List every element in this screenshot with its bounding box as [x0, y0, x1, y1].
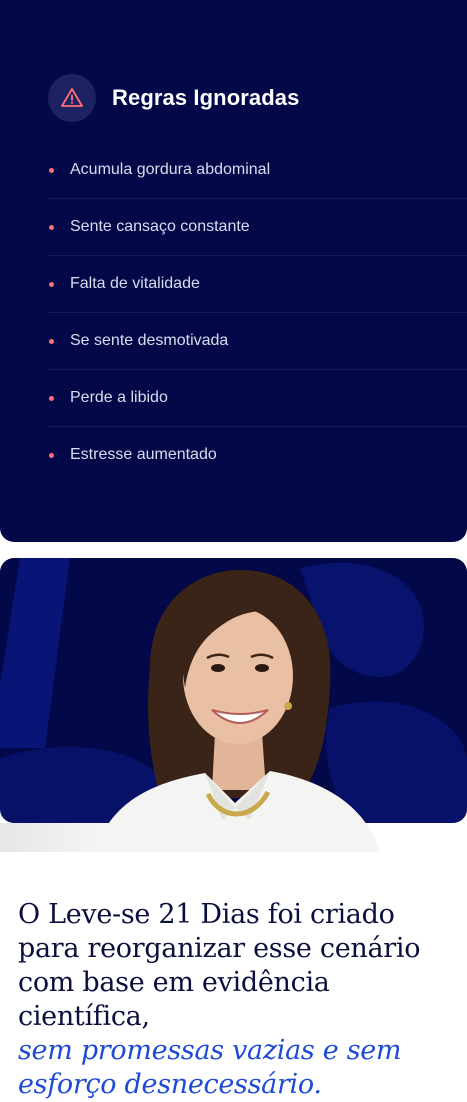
card-title: Regras Ignoradas [112, 85, 300, 110]
list-item: Estresse aumentado [48, 427, 467, 483]
bullet-dot [49, 167, 54, 173]
list-item: Sente cansaço constante [48, 199, 467, 256]
headline: O Leve-se 21 Dias foi criado para reorga… [18, 898, 458, 1102]
ignored-rules-card: Regras Ignoradas Acumula gordura abdomin… [0, 0, 467, 542]
list-item-label: Perde a libido [70, 389, 168, 406]
warning-icon-badge [48, 74, 96, 122]
list-item: Perde a libido [48, 370, 467, 427]
portrait-section [0, 558, 467, 852]
list-item: Se sente desmotivada [48, 313, 467, 370]
bullet-dot [49, 281, 54, 287]
warning-triangle-icon [61, 88, 83, 107]
portrait-woman-image [95, 569, 380, 852]
bullet-dot [49, 452, 54, 458]
list-item: Falta de vitalidade [48, 256, 467, 313]
list-item-label: Estresse aumentado [70, 446, 217, 463]
card-header: Regras Ignoradas [48, 74, 299, 122]
bullet-dot [49, 395, 54, 401]
headline-highlight: sem promessas vazias e sem esforço desne… [18, 1035, 402, 1100]
bullet-dot [49, 224, 54, 230]
bullet-dot [49, 338, 54, 344]
list-item-label: Acumula gordura abdominal [70, 161, 271, 178]
headline-text: O Leve-se 21 Dias foi criado para reorga… [18, 899, 421, 1032]
rules-list: Acumula gordura abdominal Sente cansaço … [48, 142, 467, 483]
list-item-label: Sente cansaço constante [70, 218, 250, 235]
list-item: Acumula gordura abdominal [48, 142, 467, 199]
list-item-label: Falta de vitalidade [70, 275, 200, 292]
list-item-label: Se sente desmotivada [70, 332, 229, 349]
